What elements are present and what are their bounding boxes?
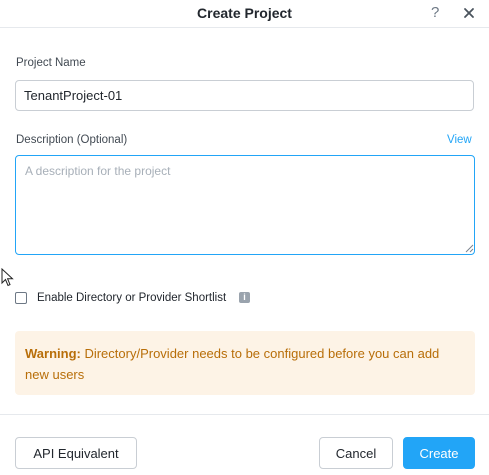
- description-textarea[interactable]: [15, 155, 475, 255]
- warning-banner: Warning: Directory/Provider needs to be …: [15, 331, 475, 395]
- create-project-dialog: Create Project ? Project Name Descriptio…: [0, 0, 489, 475]
- warning-prefix: Warning:: [25, 346, 81, 361]
- mouse-cursor-icon: [1, 268, 14, 287]
- project-name-input[interactable]: [15, 80, 474, 111]
- cancel-button[interactable]: Cancel: [319, 437, 393, 469]
- api-equivalent-button[interactable]: API Equivalent: [15, 437, 137, 469]
- project-name-label: Project Name: [16, 57, 86, 69]
- resize-grip-icon[interactable]: [465, 244, 474, 253]
- shortlist-checkbox[interactable]: [15, 292, 27, 304]
- question-mark-icon[interactable]: ?: [431, 4, 439, 21]
- close-icon[interactable]: [462, 6, 476, 20]
- description-label: Description (Optional): [16, 134, 128, 146]
- info-icon[interactable]: i: [239, 292, 250, 303]
- create-button[interactable]: Create: [403, 437, 475, 469]
- view-link[interactable]: View: [447, 134, 472, 146]
- dialog-header: Create Project ?: [0, 0, 489, 28]
- shortlist-label[interactable]: Enable Directory or Provider Shortlist: [37, 292, 226, 304]
- warning-message: Directory/Provider needs to be configure…: [25, 346, 440, 382]
- dialog-title: Create Project: [197, 5, 292, 21]
- dialog-footer: API Equivalent Cancel Create: [0, 414, 489, 475]
